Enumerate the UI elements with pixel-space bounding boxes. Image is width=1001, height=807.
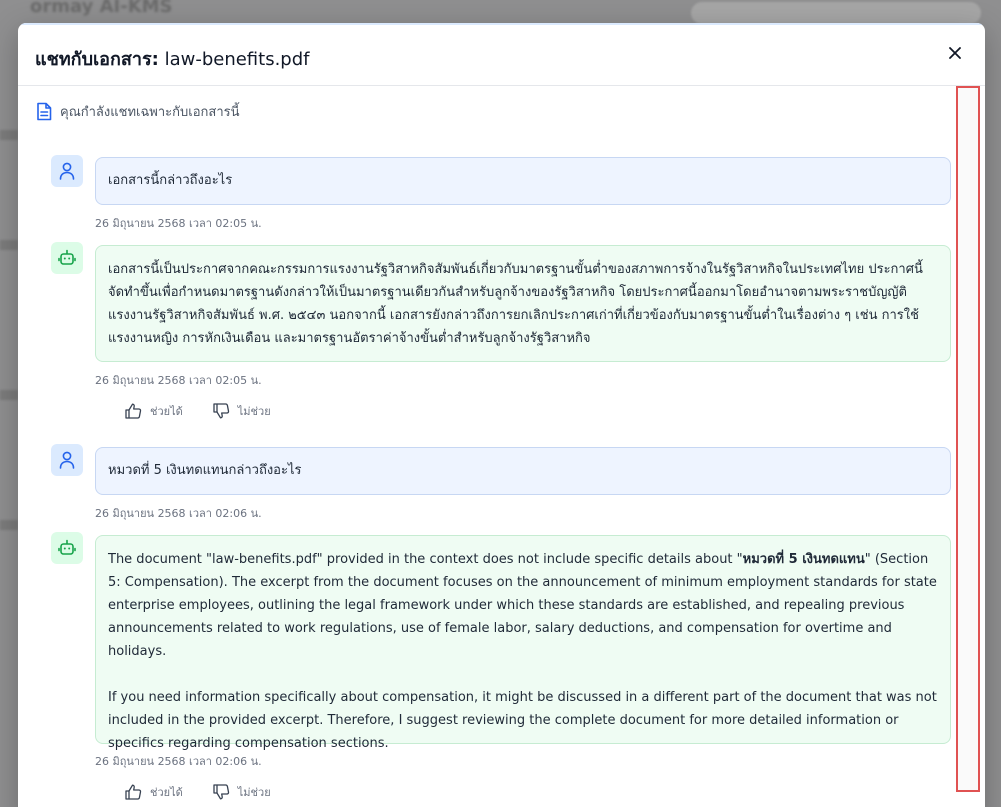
bot-icon (58, 539, 76, 555)
modal-title-prefix: แชทกับเอกสาร: (35, 49, 159, 70)
background-ghost (0, 240, 18, 250)
message-text-part: The document "law-benefits.pdf" provided… (108, 552, 743, 567)
feedback-bar: ช่วยได้ ไม่ช่วย (125, 402, 271, 420)
message-text-paragraph: If you need information specifically abo… (108, 690, 937, 751)
modal-header: แชทกับเอกสาร: law-benefits.pdf (18, 23, 985, 86)
user-icon (59, 451, 75, 469)
helpful-label: ช่วยได้ (150, 786, 183, 799)
message-text: เอกสารนี้กล่าวถึงอะไร (108, 173, 233, 188)
message-timestamp: 26 มิถุนายน 2568 เวลา 02:05 น. (95, 217, 262, 230)
chat-document-modal: แชทกับเอกสาร: law-benefits.pdf คุณกำลังแ… (18, 23, 985, 807)
background-ghost (0, 520, 18, 530)
modal-title: แชทกับเอกสาร: law-benefits.pdf (35, 44, 310, 73)
thumbs-up-icon (125, 403, 142, 419)
message-timestamp: 26 มิถุนายน 2568 เวลา 02:06 น. (95, 507, 262, 520)
modal-title-filename: law-benefits.pdf (164, 49, 310, 70)
background-search-pill (691, 2, 981, 24)
document-icon (37, 102, 52, 121)
document-notice: คุณกำลังแชทเฉพาะกับเอกสารนี้ (36, 101, 240, 122)
message-text: เอกสารนี้เป็นประกาศจากคณะกรรมการแรงงานรั… (108, 262, 923, 346)
bot-icon (58, 249, 76, 265)
message-bubble: หมวดที่ 5 เงินทดแทนกล่าวถึงอะไร (95, 447, 951, 495)
thumbs-down-icon (213, 784, 229, 800)
scrollbar-track[interactable] (956, 86, 980, 792)
feedback-bar: ช่วยได้ ไม่ช่วย (125, 783, 271, 801)
message-text: The document "law-benefits.pdf" provided… (108, 548, 938, 663)
user-avatar (51, 444, 83, 476)
helpful-button[interactable]: ช่วยได้ (125, 402, 183, 420)
background-app-title: ormay AI-KMS (30, 0, 173, 17)
user-avatar (51, 155, 83, 187)
not-helpful-label: ไม่ช่วย (237, 405, 271, 418)
not-helpful-button[interactable]: ไม่ช่วย (213, 783, 271, 801)
bot-avatar (51, 532, 83, 564)
not-helpful-label: ไม่ช่วย (237, 786, 271, 799)
message-bubble: เอกสารนี้เป็นประกาศจากคณะกรรมการแรงงานรั… (95, 245, 951, 362)
message-bubble: The document "law-benefits.pdf" provided… (95, 535, 951, 751)
message-bubble: เอกสารนี้กล่าวถึงอะไร (95, 157, 951, 205)
close-button[interactable] (945, 43, 965, 63)
message-text-bold: หมวดที่ 5 เงินทดแทน (742, 552, 865, 567)
bot-avatar (51, 242, 83, 274)
message-text: หมวดที่ 5 เงินทดแทนกล่าวถึงอะไร (108, 463, 302, 478)
chat-body: คุณกำลังแชทเฉพาะกับเอกสารนี้ เอกสารนี้กล… (18, 86, 985, 807)
user-icon (59, 162, 75, 180)
close-icon (949, 47, 961, 59)
helpful-label: ช่วยได้ (150, 405, 183, 418)
message-timestamp: 26 มิถุนายน 2568 เวลา 02:05 น. (95, 374, 262, 387)
message-timestamp: 26 มิถุนายน 2568 เวลา 02:06 น. (95, 755, 262, 768)
not-helpful-button[interactable]: ไม่ช่วย (213, 402, 271, 420)
helpful-button[interactable]: ช่วยได้ (125, 783, 183, 801)
background-ghost (0, 390, 18, 400)
thumbs-down-icon (213, 403, 229, 419)
message-text-part: " (Section 5: Compensation). The excerpt… (108, 552, 937, 659)
background-ghost (0, 130, 18, 140)
document-notice-text: คุณกำลังแชทเฉพาะกับเอกสารนี้ (60, 105, 240, 120)
thumbs-up-icon (125, 784, 142, 800)
